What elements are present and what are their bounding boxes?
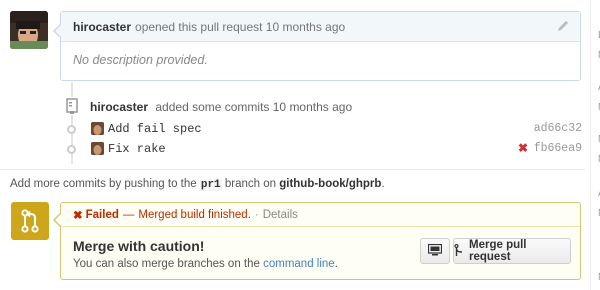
pr-description-comment: hirocaster opened this pull request 10 m… [53,11,581,81]
merge-status-bar: ✖ Failed — Merged build finished. · Deta… [61,203,580,227]
commit-message[interactable]: Fix rake [108,142,166,156]
commit-sha[interactable]: fb66ea9 [534,142,582,155]
commit-dot-icon [67,125,76,134]
push-hint-suffix: . [381,178,385,190]
merge-subtitle-suffix: . [334,258,338,270]
commit-dot-icon [67,145,76,154]
status-failed: Failed [85,208,119,221]
merge-button-label: Merge pull request [469,239,527,263]
merge-body: Merge with caution! You can also merge b… [61,227,580,279]
status-detail: Merged build finished. [138,208,251,221]
git-merge-icon [11,202,49,240]
push-hint: Add more commits by pushing to the pr1 b… [10,178,385,191]
details-link[interactable]: Details [263,209,298,221]
repo-name: github-book/ghprb [279,178,382,190]
timeline-divider [0,169,585,170]
comment-action: opened this pull request 10 months ago [135,19,346,34]
event-author[interactable]: hirocaster [90,100,148,114]
merge-panel: ✖ Failed — Merged build finished. · Deta… [53,202,581,280]
comment-author[interactable]: hirocaster [73,20,131,34]
commit-row: Add fail spec ad66c32 [62,120,582,138]
sidebar-edge: L N A N M N A N N [590,0,600,290]
branch-name: pr1 [199,179,222,191]
event-action: added some commits 10 months ago [155,100,353,114]
merge-button-icon [454,243,469,259]
commit-row: Fix rake ✖ fb66ea9 [62,140,582,158]
commit-author-avatar[interactable] [91,122,104,135]
build-failed-icon[interactable]: ✖ [518,141,528,155]
status-separator: · [254,208,259,221]
push-hint-middle: branch on [224,178,277,190]
command-line-link[interactable]: command line [263,258,335,270]
status-dash: — [122,208,135,221]
edit-pencil-icon[interactable] [556,19,570,33]
commit-author-avatar[interactable] [91,142,104,155]
comment-body: No description provided. [73,53,208,67]
push-hint-prefix: Add more commits by pushing to the [10,178,197,190]
merge-pull-request-button[interactable]: Merge pull request [453,238,571,264]
comment-header: hirocaster opened this pull request 10 m… [61,12,580,42]
desktop-icon [427,243,443,259]
author-avatar[interactable] [10,11,48,49]
repo-push-icon [64,97,80,115]
commit-message[interactable]: Add fail spec [108,122,202,136]
failed-x-icon: ✖ [73,209,83,222]
open-desktop-button[interactable] [420,238,450,264]
merge-subtitle-prefix: You can also merge branches on the [73,258,260,270]
commits-added-event: hirocaster added some commits 10 months … [90,100,352,114]
commit-sha[interactable]: ad66c32 [534,122,582,135]
